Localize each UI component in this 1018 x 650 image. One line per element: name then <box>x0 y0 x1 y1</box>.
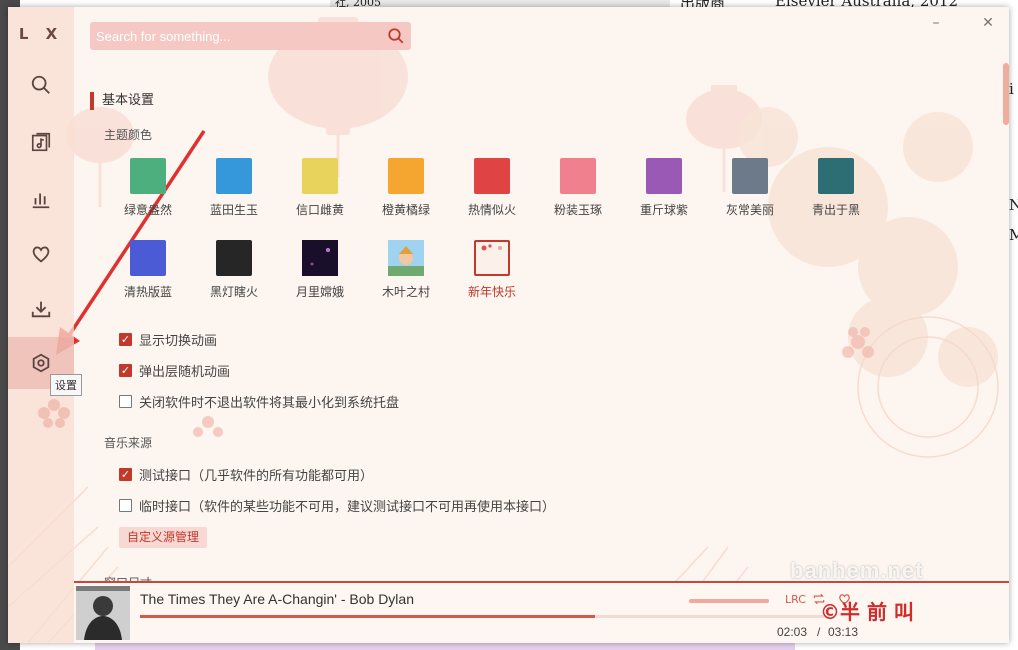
window-size-label: 窗口尺寸 <box>104 574 152 581</box>
progress-bar[interactable] <box>140 615 830 618</box>
checkbox-label: 临时接口（软件的某些功能不可用，建议测试接口不可用再使用本接口） <box>139 500 556 515</box>
nav-download[interactable] <box>8 283 74 335</box>
theme-name: 橙黄橘绿 <box>381 203 430 217</box>
checkbox[interactable] <box>119 468 132 481</box>
checkbox[interactable] <box>119 395 132 408</box>
volume-slider[interactable] <box>689 599 769 603</box>
theme-name: 蓝田生玉 <box>209 203 258 217</box>
checkbox-label: 弹出层随机动画 <box>139 365 231 380</box>
app-logo: L X <box>18 25 64 43</box>
music-list-icon <box>31 132 51 152</box>
nav-search[interactable] <box>8 59 74 111</box>
theme-swatch <box>388 240 424 276</box>
close-button[interactable]: ✕ <box>980 15 996 31</box>
album-cover[interactable] <box>76 586 130 640</box>
theme-swatch <box>732 158 768 194</box>
lyrics-button[interactable]: LRC <box>785 593 806 606</box>
watermark-site: banhem.net <box>790 558 924 583</box>
theme-swatch <box>474 240 510 276</box>
theme-option[interactable]: 新年快乐 <box>457 240 527 300</box>
theme-name: 绿意盎然 <box>123 203 172 217</box>
custom-source-button[interactable]: 自定义源管理 <box>119 527 208 548</box>
settings-icon <box>32 353 50 373</box>
background-text: N <box>1009 196 1018 214</box>
setting-option[interactable]: 显示切换动画 <box>119 330 217 349</box>
music-source-label: 音乐来源 <box>104 436 153 450</box>
setting-option[interactable]: 弹出层随机动画 <box>119 361 230 380</box>
search-input[interactable] <box>96 28 376 44</box>
theme-name: 青出于黑 <box>811 203 860 217</box>
leaderboard-icon <box>32 193 50 209</box>
theme-option[interactable]: 橙黄橘绿 <box>371 158 441 218</box>
sidebar: L X <box>8 7 74 643</box>
checkbox[interactable] <box>119 364 132 377</box>
theme-option[interactable]: 粉装玉琢 <box>543 158 613 218</box>
background-text: M <box>1009 226 1018 244</box>
nav-song-list[interactable] <box>8 116 74 168</box>
theme-name: 粉装玉琢 <box>553 203 602 217</box>
theme-swatch <box>560 158 596 194</box>
theme-name: 新年快乐 <box>467 285 516 299</box>
theme-option[interactable]: 木叶之村 <box>371 240 441 300</box>
theme-name: 灰常美丽 <box>725 203 774 217</box>
theme-option[interactable]: 绿意盎然 <box>113 158 183 218</box>
theme-swatch <box>216 240 252 276</box>
theme-swatch <box>474 158 510 194</box>
theme-option[interactable]: 热情似火 <box>457 158 527 218</box>
theme-option[interactable]: 青出于黑 <box>801 158 871 218</box>
heart-icon <box>32 246 50 263</box>
source-option[interactable]: 临时接口（软件的某些功能不可用，建议测试接口不可用再使用本接口） <box>119 496 555 515</box>
theme-swatch <box>818 158 854 194</box>
song-title: The Times They Are A-Changin' - Bob Dyla… <box>140 591 414 607</box>
theme-name: 重斤球紫 <box>639 203 688 217</box>
theme-name: 月里嫦娥 <box>295 285 344 299</box>
theme-color-label: 主题颜色 <box>104 128 153 142</box>
scrollbar-track[interactable] <box>1003 57 1009 577</box>
download-icon <box>31 301 51 318</box>
theme-name: 木叶之村 <box>381 285 430 299</box>
theme-swatch <box>388 158 424 194</box>
search-bar[interactable] <box>90 22 411 50</box>
theme-swatch <box>302 240 338 276</box>
checkbox-label: 显示切换动画 <box>139 334 218 349</box>
theme-option[interactable]: 灰常美丽 <box>715 158 785 218</box>
checkbox[interactable] <box>119 333 132 346</box>
section-basic-settings: 基本设置 <box>90 92 154 110</box>
theme-swatch <box>302 158 338 194</box>
theme-name: 热情似火 <box>467 203 516 217</box>
theme-name: 黑灯瞎火 <box>209 285 258 299</box>
theme-option[interactable]: 信口雌黄 <box>285 158 355 218</box>
minimize-button[interactable]: – <box>928 15 944 31</box>
theme-option[interactable]: 重斤球紫 <box>629 158 699 218</box>
checkbox-label: 关闭软件时不退出软件将其最小化到系统托盘 <box>139 396 400 411</box>
search-icon <box>31 75 50 94</box>
app-window: L X – ✕ 基本设置 主题颜色 绿意盎然蓝田生玉信口雌黄橙黄 <box>8 7 1009 643</box>
theme-name: 清热版蓝 <box>123 285 172 299</box>
background-text: i <box>1009 80 1014 98</box>
setting-option[interactable]: 关闭软件时不退出软件将其最小化到系统托盘 <box>119 392 399 411</box>
theme-option[interactable]: 黑灯瞎火 <box>199 240 269 300</box>
settings-panel: – ✕ 基本设置 主题颜色 绿意盎然 蓝田生玉 信口雌黄 橙黄橘绿 热情似火 粉装玉琢 重斤… <box>74 7 1009 581</box>
nav-favorites[interactable] <box>8 228 74 280</box>
watermark-mark: ©半 前 叫 <box>820 600 914 624</box>
theme-swatch <box>216 158 252 194</box>
time-separator: / <box>817 625 821 639</box>
scrollbar-thumb[interactable] <box>1003 63 1009 125</box>
source-option[interactable]: 测试接口（几乎软件的所有功能都可用） <box>119 465 373 484</box>
current-time: 02:03 <box>777 625 808 639</box>
checkbox[interactable] <box>119 499 132 512</box>
total-time: 03:13 <box>828 625 859 639</box>
progress-fill <box>140 615 596 618</box>
theme-option[interactable]: 清热版蓝 <box>113 240 183 300</box>
search-icon[interactable] <box>387 27 405 45</box>
theme-name: 信口雌黄 <box>295 203 344 217</box>
theme-swatch <box>130 158 166 194</box>
theme-swatch <box>646 158 682 194</box>
theme-option[interactable]: 蓝田生玉 <box>199 158 269 218</box>
settings-tooltip: 设置 <box>50 374 82 396</box>
checkbox-label: 测试接口（几乎软件的所有功能都可用） <box>139 469 374 484</box>
nav-leaderboard[interactable] <box>8 173 74 225</box>
theme-swatch <box>130 240 166 276</box>
theme-option[interactable]: 月里嫦娥 <box>285 240 355 300</box>
